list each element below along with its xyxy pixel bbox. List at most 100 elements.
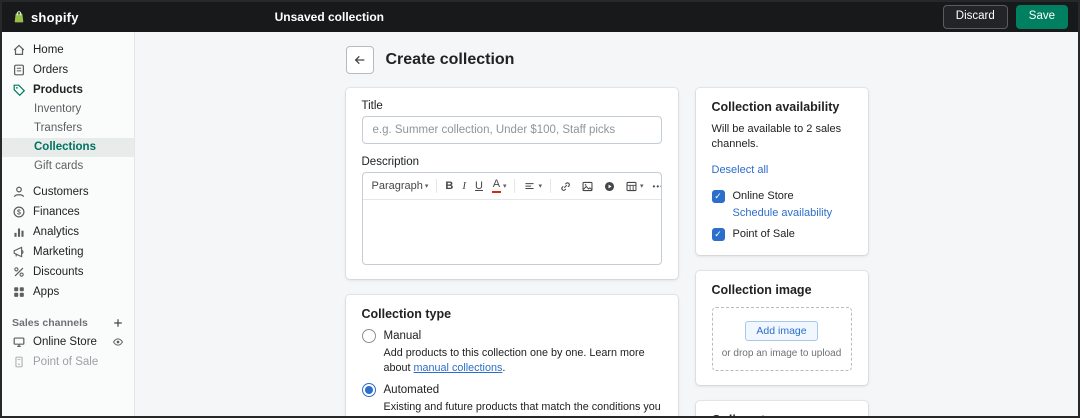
sidebar-label: Apps <box>33 286 60 298</box>
text-color-button[interactable]: A ▾ <box>488 176 511 196</box>
sidebar-item-marketing[interactable]: Marketing <box>2 242 134 262</box>
sidebar-label: Collections <box>34 141 96 153</box>
sidebar-item-apps[interactable]: Apps <box>2 282 134 302</box>
chevron-down-icon: ▾ <box>640 182 644 190</box>
title-input[interactable] <box>361 116 662 144</box>
apps-icon <box>14 287 24 297</box>
view-store-eye-icon[interactable] <box>112 336 124 348</box>
sidebar-item-products[interactable]: Products <box>2 80 134 100</box>
chevron-down-icon: ▾ <box>502 182 507 190</box>
title-card: Title Description Paragraph ▾ <box>345 88 678 279</box>
point-of-sale-channel-row[interactable]: ✓ Point of Sale <box>711 227 852 241</box>
availability-subtext: Will be available to 2 sales channels. <box>711 123 842 151</box>
topbar: shopify Unsaved collection Discard Save <box>2 2 1078 32</box>
title-label: Title <box>361 100 383 112</box>
radio-unselected-icon[interactable] <box>361 329 376 343</box>
topbar-actions: Discard Save <box>942 5 1068 29</box>
manual-option[interactable]: Manual <box>361 329 662 343</box>
chevron-down-icon: ▾ <box>424 182 429 190</box>
page-header: Create collection <box>345 46 868 74</box>
add-image-button[interactable]: Add image <box>745 320 818 341</box>
discounts-icon <box>14 267 24 277</box>
insert-table-button[interactable]: ▾ <box>621 177 648 196</box>
image-dropzone[interactable]: Add image or drop an image to upload <box>711 306 852 371</box>
back-arrow-icon <box>354 55 364 65</box>
sidebar-item-orders[interactable]: Orders <box>2 60 134 80</box>
drop-hint-text: or drop an image to upload <box>721 347 842 359</box>
manual-collections-link[interactable]: manual collections <box>414 362 503 374</box>
paragraph-style-dropdown[interactable]: Paragraph ▾ <box>368 177 433 195</box>
orders-icon <box>14 64 24 76</box>
sidebar-label: Orders <box>33 64 69 76</box>
marketing-icon <box>13 246 24 258</box>
insert-video-button[interactable] <box>599 177 620 196</box>
sidebar-item-analytics[interactable]: Analytics <box>2 222 134 242</box>
sidebar-label: Home <box>33 44 64 56</box>
deselect-all-link[interactable]: Deselect all <box>712 164 769 176</box>
collection-type-card: Collection type Manual Add products to t… <box>345 295 678 416</box>
sidebar-label: Analytics <box>33 226 80 238</box>
chevron-down-icon: ▾ <box>538 182 542 190</box>
sidebar-label: Products <box>33 84 83 96</box>
checkbox-checked-icon[interactable]: ✓ <box>711 189 725 203</box>
finances-icon: $ <box>13 206 25 218</box>
more-formatting-button[interactable]: ••• <box>649 179 661 194</box>
align-left-icon <box>525 182 535 189</box>
point-of-sale-icon <box>15 356 23 368</box>
insert-image-button[interactable] <box>577 177 598 196</box>
sidebar-item-inventory[interactable]: Inventory <box>2 100 134 119</box>
sidebar-label: Gift cards <box>34 160 84 172</box>
shopify-logo[interactable]: shopify <box>12 10 79 25</box>
shopify-bag-icon <box>14 11 24 23</box>
bold-button[interactable]: B <box>441 177 457 195</box>
automated-option[interactable]: Automated <box>361 383 662 398</box>
sidebar-item-point-of-sale[interactable]: Point of Sale <box>2 352 134 372</box>
sidebar-label: Online Store <box>33 336 97 348</box>
collection-image-heading: Collection image <box>711 282 812 297</box>
unsaved-status-title: Unsaved collection <box>274 10 384 24</box>
radio-selected-icon[interactable] <box>361 383 376 398</box>
back-button[interactable] <box>345 46 374 74</box>
automated-option-description: Existing and future products that match … <box>383 401 661 416</box>
sidebar-label: Transfers <box>34 122 83 134</box>
sidebar-label: Point of Sale <box>33 356 99 368</box>
insert-link-button[interactable] <box>555 177 576 196</box>
sidebar-item-gift-cards[interactable]: Gift cards <box>2 157 134 176</box>
image-icon <box>582 181 593 191</box>
description-label: Description <box>361 156 420 168</box>
availability-heading: Collection availability <box>711 100 840 114</box>
home-icon <box>13 44 25 55</box>
add-sales-channel-icon[interactable] <box>112 317 124 329</box>
svg-text:$: $ <box>17 209 21 216</box>
shopify-logo-text: shopify <box>31 9 79 25</box>
online-store-icon <box>13 337 25 347</box>
customers-icon <box>13 186 25 198</box>
save-button[interactable]: Save <box>1015 5 1068 29</box>
sidebar-item-discounts[interactable]: Discounts <box>2 262 134 282</box>
description-textarea[interactable] <box>363 200 661 264</box>
sidebar: Home Orders Products Inventory Transfers… <box>2 32 135 416</box>
sidebar-label: Finances <box>33 206 80 218</box>
underline-button[interactable]: U <box>471 177 487 195</box>
collection-type-heading: Collection type <box>361 307 452 321</box>
online-store-card: Online store Theme template Default coll… <box>695 400 868 416</box>
alignment-button[interactable]: ▾ <box>519 177 546 196</box>
description-editor: Paragraph ▾ B I U A ▾ ▾ ▾ •• <box>361 172 662 265</box>
main-content: Create collection Title Description <box>135 32 1078 416</box>
italic-button[interactable]: I <box>458 177 470 195</box>
sidebar-label: Discounts <box>33 266 84 278</box>
online-store-channel-row[interactable]: ✓ Online Store <box>711 189 852 203</box>
sidebar-item-online-store[interactable]: Online Store <box>2 332 134 352</box>
sidebar-label: Inventory <box>34 103 82 115</box>
checkbox-checked-icon[interactable]: ✓ <box>711 227 725 241</box>
schedule-availability-link[interactable]: Schedule availability <box>733 207 852 219</box>
online-store-heading: Online store <box>712 413 852 416</box>
collection-availability-card: Collection availability Will be availabl… <box>695 88 868 255</box>
sales-channels-title: Sales channels <box>12 317 88 329</box>
sidebar-item-collections[interactable]: Collections <box>2 138 134 157</box>
sidebar-item-finances[interactable]: $ Finances <box>2 202 134 222</box>
discard-button[interactable]: Discard <box>942 5 1008 29</box>
sidebar-item-transfers[interactable]: Transfers <box>2 119 134 138</box>
sidebar-item-customers[interactable]: Customers <box>2 182 134 202</box>
sidebar-item-home[interactable]: Home <box>2 40 134 60</box>
